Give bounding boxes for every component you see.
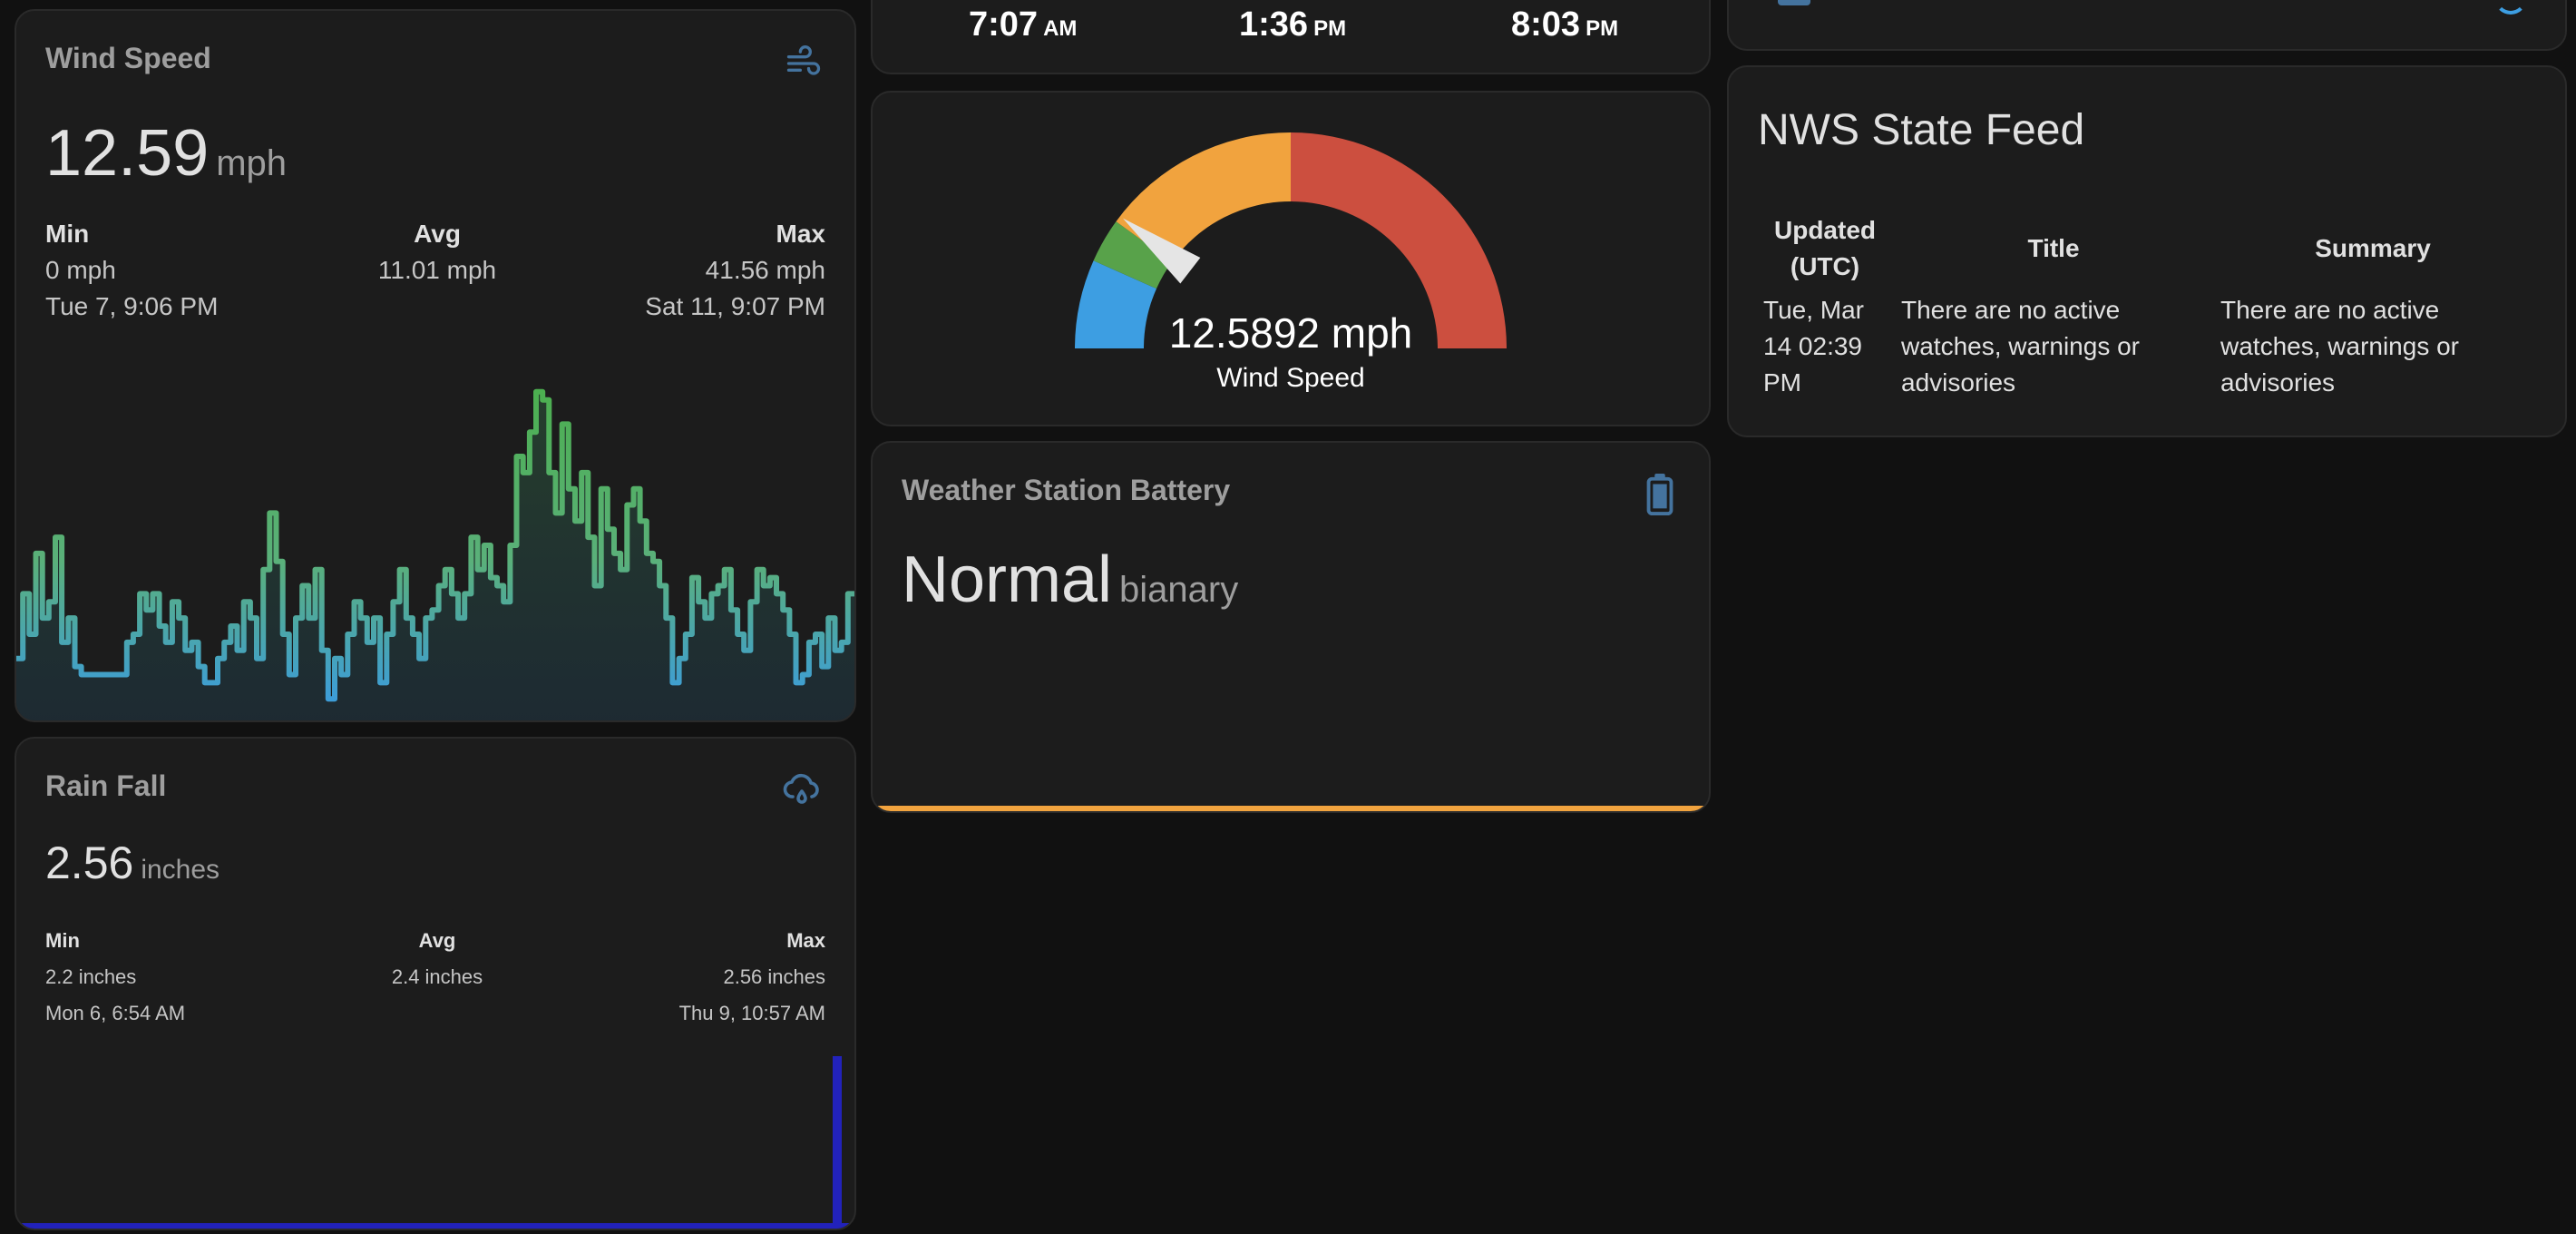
card-title: Weather Station Battery: [902, 474, 1231, 506]
sunset-time: 8:03 PM: [1511, 5, 1619, 44]
wind-speed-history-graph: [16, 388, 854, 720]
card-title: Wind Speed: [45, 42, 211, 74]
min-label: Min: [45, 929, 80, 952]
wind-speed-card[interactable]: Wind Speed 12.59 mph Min 0 mph Tue 7, 9:0…: [15, 9, 856, 722]
card-title: Rain Fall: [45, 769, 167, 802]
card-title: NWS State Feed: [1758, 106, 2085, 154]
rain-fall-card[interactable]: Rain Fall 2.56 inches Min 2.2 inches Mon …: [15, 737, 856, 1230]
battery-status-value: Normal bianary: [902, 544, 1239, 616]
weather-station-battery-card[interactable]: Weather Station Battery Normal bianary: [871, 441, 1711, 813]
calendar-icon: [1778, 0, 1810, 5]
min-time: Tue 7, 9:06 PM: [45, 292, 219, 320]
avg-value: 11.01 mph: [377, 256, 497, 284]
rain-fall-value: 2.56 inches: [45, 837, 220, 888]
max-time: Thu 9, 10:57 AM: [678, 1002, 825, 1024]
gauge-value: 12.5892 mph: [1168, 309, 1413, 357]
sunrise-time: 7:07 AM: [969, 5, 1078, 44]
weather-windy-icon: [784, 44, 824, 88]
sun-times-card[interactable]: 7:07 AM 1:36 PM 8:03 PM: [871, 0, 1711, 74]
solar-noon-time: 1:36 PM: [1239, 5, 1347, 44]
battery-icon: [1645, 474, 1674, 520]
avg-label: Avg: [418, 929, 456, 952]
weather-pouring-icon: [780, 768, 824, 816]
rain-graph-bar: [833, 1056, 842, 1229]
max-value: 2.56 inches: [723, 965, 825, 988]
max-label: Max: [776, 220, 825, 248]
nws-column-header-title: Title: [2027, 234, 2080, 262]
nws-cell-updated: Tue, Mar 14 02:39 PM: [1763, 296, 1864, 397]
rain-graph-baseline: [16, 1223, 854, 1229]
wind-speed-value: 12.59 mph: [45, 117, 287, 190]
rain-fall-history-graph: [16, 1056, 854, 1229]
gauge-name: Wind Speed: [1216, 363, 1365, 393]
max-time: Sat 11, 9:07 PM: [645, 292, 825, 320]
wind-graph-fill: [16, 391, 854, 720]
nws-cell-summary: There are no active watches, warnings or…: [2220, 296, 2460, 397]
info-icon: [2494, 0, 2527, 15]
top-right-card[interactable]: [1727, 0, 2567, 51]
min-time: Mon 6, 6:54 AM: [45, 1002, 186, 1024]
nws-column-header-updated: Updated (UTC): [1774, 216, 1876, 280]
avg-value: 2.4 inches: [391, 965, 483, 988]
max-label: Max: [786, 929, 825, 952]
nws-state-feed-card[interactable]: NWS State Feed Updated (UTC) Title Summa…: [1727, 65, 2567, 437]
wind-speed-gauge-card[interactable]: 12.5892 mph Wind Speed: [871, 91, 1711, 426]
min-value: 0 mph: [45, 256, 116, 284]
max-value: 41.56 mph: [705, 256, 825, 284]
nws-column-header-summary: Summary: [2315, 234, 2431, 262]
min-value: 2.2 inches: [45, 965, 137, 988]
min-label: Min: [45, 220, 90, 248]
avg-label: Avg: [414, 220, 461, 248]
nws-cell-title: There are no active watches, warnings or…: [1901, 296, 2141, 397]
battery-graph-line: [873, 806, 1709, 811]
